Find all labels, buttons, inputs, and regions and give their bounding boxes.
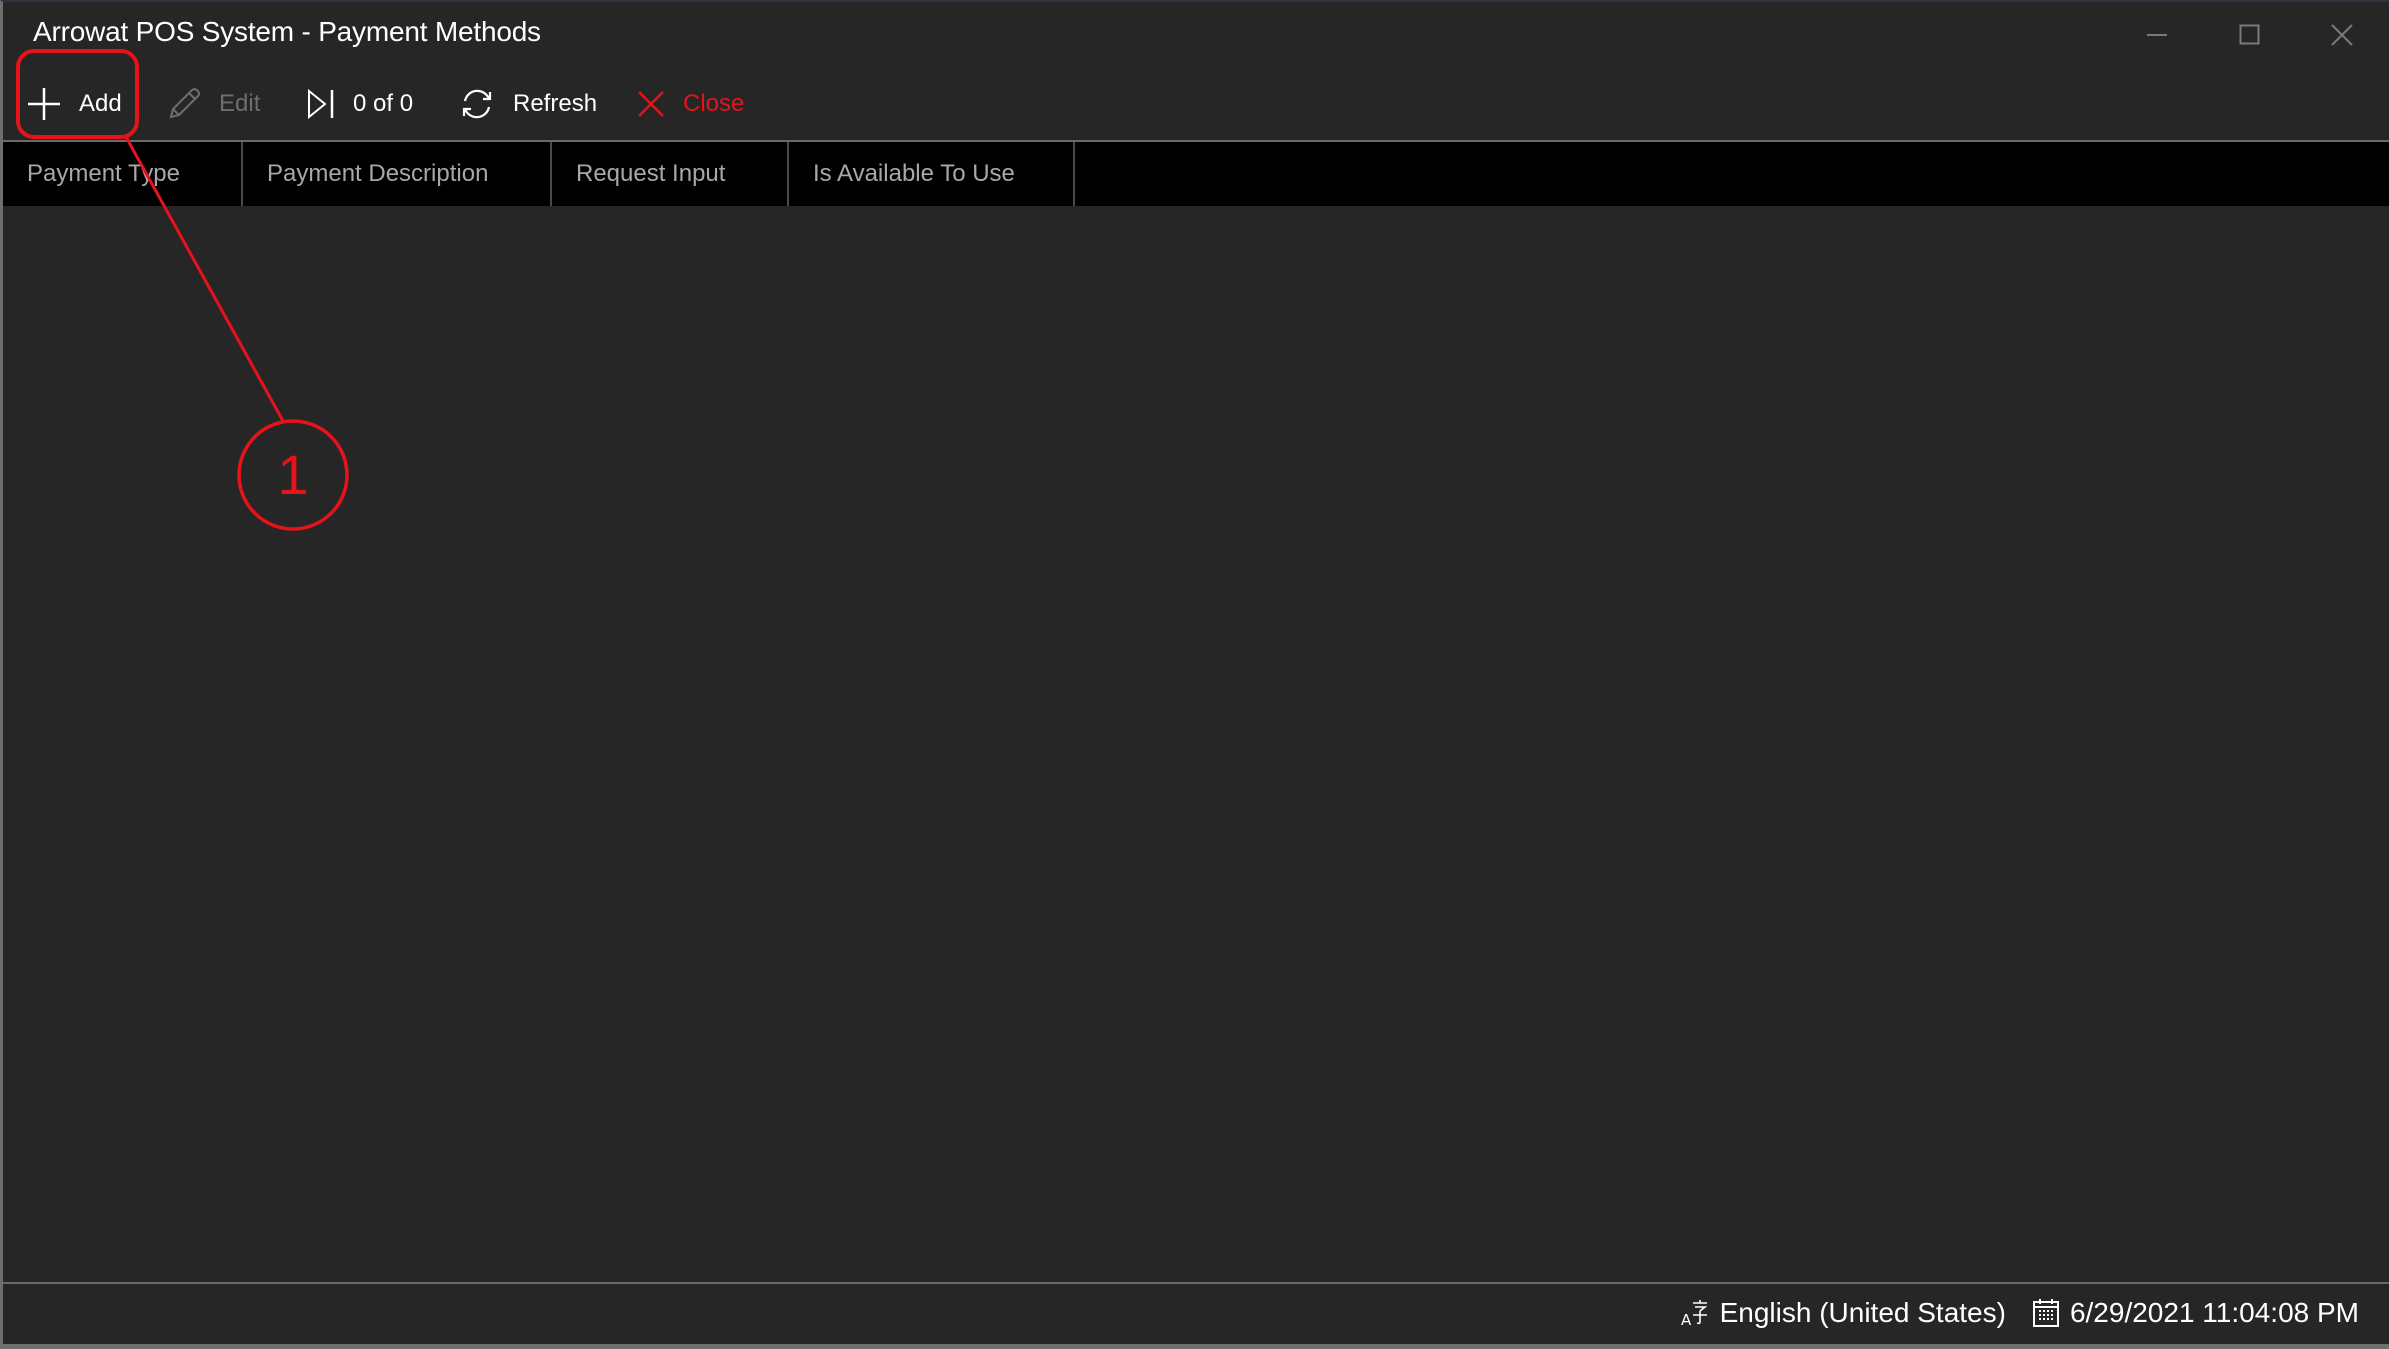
annotation-number: 1 [277, 443, 309, 506]
datetime-indicator: 6/29/2021 11:04:08 PM [2032, 1297, 2359, 1329]
window-close-button[interactable] [2297, 12, 2387, 58]
column-header-payment-type[interactable]: Payment Type [3, 142, 243, 206]
skip-next-icon [308, 89, 334, 119]
edit-button-label: Edit [219, 90, 261, 117]
app-window: Arrowat POS System - Payment Methods Add [0, 0, 2389, 1349]
column-header-payment-description[interactable]: Payment Description [243, 142, 552, 206]
minimize-button[interactable] [2113, 12, 2203, 58]
window-title: Arrowat POS System - Payment Methods [33, 16, 541, 47]
datetime-label: 6/29/2021 11:04:08 PM [2069, 1297, 2359, 1328]
close-x-icon [638, 91, 664, 117]
refresh-icon [462, 89, 492, 119]
language-icon: A [1681, 1300, 1707, 1328]
plus-icon [28, 88, 60, 120]
maximize-button[interactable] [2205, 12, 2295, 58]
grid-header: Payment Type Payment Description Request… [3, 140, 2389, 206]
toolbar: Add Edit 0 of 0 Refresh Close [3, 68, 2389, 140]
maximize-icon [2239, 24, 2260, 45]
status-bar: A English (United States) 6/29/2021 11:0… [3, 1282, 2389, 1344]
close-button-label: Close [683, 90, 745, 117]
refresh-button[interactable]: Refresh [459, 82, 597, 126]
add-button-label: Add [79, 90, 122, 117]
grid-body[interactable] [3, 206, 2389, 1282]
edit-button[interactable]: Edit [167, 82, 260, 126]
close-button[interactable]: Close [637, 82, 744, 126]
title-bar[interactable]: Arrowat POS System - Payment Methods [3, 2, 2389, 68]
language-label: English (United States) [1719, 1297, 2006, 1328]
record-navigator[interactable]: 0 of 0 [307, 82, 413, 126]
refresh-button-label: Refresh [513, 90, 598, 117]
svg-text:A: A [1681, 1311, 1692, 1328]
add-button[interactable]: Add [27, 82, 122, 126]
minimize-icon [2147, 34, 2167, 36]
close-icon [2331, 24, 2353, 46]
pencil-icon [169, 88, 200, 119]
column-header-request-input[interactable]: Request Input [552, 142, 789, 206]
calendar-icon [2032, 1299, 2059, 1327]
language-indicator[interactable]: A English (United States) [1680, 1297, 2006, 1329]
record-count: 0 of 0 [353, 90, 414, 117]
column-header-is-available[interactable]: Is Available To Use [789, 142, 1075, 206]
